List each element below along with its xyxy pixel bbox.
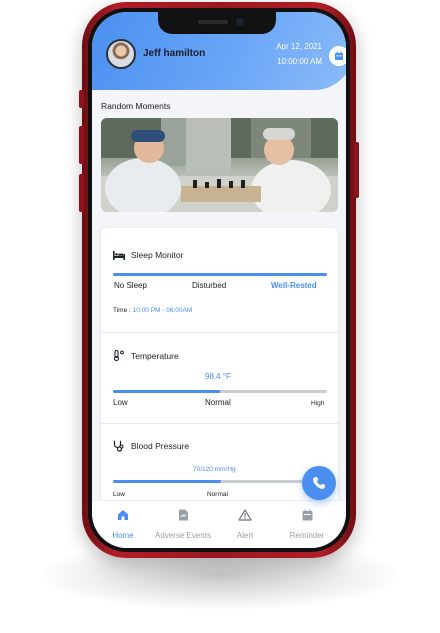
bed-icon [113,250,125,260]
home-icon [118,510,128,520]
calendar-icon [335,51,343,60]
sleep-level-disturbed: Disturbed [192,281,227,290]
divider [101,332,338,333]
volume-down-button [79,174,84,212]
blood-pressure-bar-fill [113,480,221,483]
blood-pressure-value: 70/120 mm/Hg [193,466,236,473]
nav-adverse-events[interactable]: Adverse Events [153,509,213,543]
front-camera [236,18,244,26]
blood-pressure-bar [113,480,313,483]
nav-reminder[interactable]: Reminder [277,509,337,543]
calendar-button[interactable] [329,46,346,66]
nav-alert[interactable]: Alert [215,509,275,543]
mute-switch [79,90,84,108]
nav-reminder-label: Reminder [289,531,325,540]
temperature-title: Temperature [113,350,179,361]
call-button[interactable] [302,466,336,500]
temperature-low: Low [113,398,128,407]
phone-frame: Jeff hamilton Apr 12, 2021 10:00:00 AM R… [79,2,359,558]
blood-pressure-low: Low [113,491,125,498]
temperature-normal: Normal [205,398,231,407]
sleep-monitor-label: Sleep Monitor [131,250,184,260]
nav-home-label: Home [112,531,134,540]
blood-pressure-normal: Normal [207,491,228,498]
thermometer-icon [113,350,124,361]
speaker [198,20,228,24]
phone-bezel: Jeff hamilton Apr 12, 2021 10:00:00 AM R… [88,8,350,552]
current-date: Apr 12, 2021 [276,42,322,51]
nav-alert-label: Alert [236,531,254,540]
avatar[interactable] [106,39,136,69]
chess-players-image [101,118,338,212]
temperature-high: High [311,400,325,407]
power-button [354,142,359,198]
blood-pressure-title: Blood Pressure [113,440,189,452]
sleep-time-prefix: Time : [113,307,131,314]
sleep-monitor-title: Sleep Monitor [113,250,183,260]
health-card: Sleep Monitor No Sleep Disturbed Well-Re… [101,228,338,518]
temperature-value: 98.4 °F [205,372,231,381]
sleep-level-well-rested: Well-Rested [271,281,317,290]
bottom-navigation: Home Adverse Events Alert Reminder [92,500,346,548]
phone-icon [313,477,325,489]
current-time: 10:00:00 AM [277,57,322,66]
nav-adverse-events-label: Adverse Events [154,531,212,540]
stethoscope-icon [113,440,124,452]
moments-photo[interactable] [101,118,338,212]
document-icon [178,509,188,521]
warning-icon [238,509,252,521]
moments-title: Random Moments [101,101,171,111]
blood-pressure-label: Blood Pressure [131,441,190,451]
app-screen: Jeff hamilton Apr 12, 2021 10:00:00 AM R… [92,12,346,548]
user-name: Jeff hamilton [143,48,206,59]
temperature-bar [113,390,327,393]
sleep-time-range: 10:00 PM - 06:00AM [132,307,193,314]
calendar-icon [302,509,312,521]
temperature-bar-fill [113,390,220,393]
volume-up-button [79,126,84,164]
notch [158,12,276,34]
nav-home[interactable]: Home [93,509,153,543]
temperature-label: Temperature [131,350,179,361]
sleep-level-none: No Sleep [114,281,147,290]
divider [101,423,338,424]
sleep-progress-bar [113,273,327,276]
sleep-time-label: Time : 10:00 PM - 06:00AM [113,307,192,314]
